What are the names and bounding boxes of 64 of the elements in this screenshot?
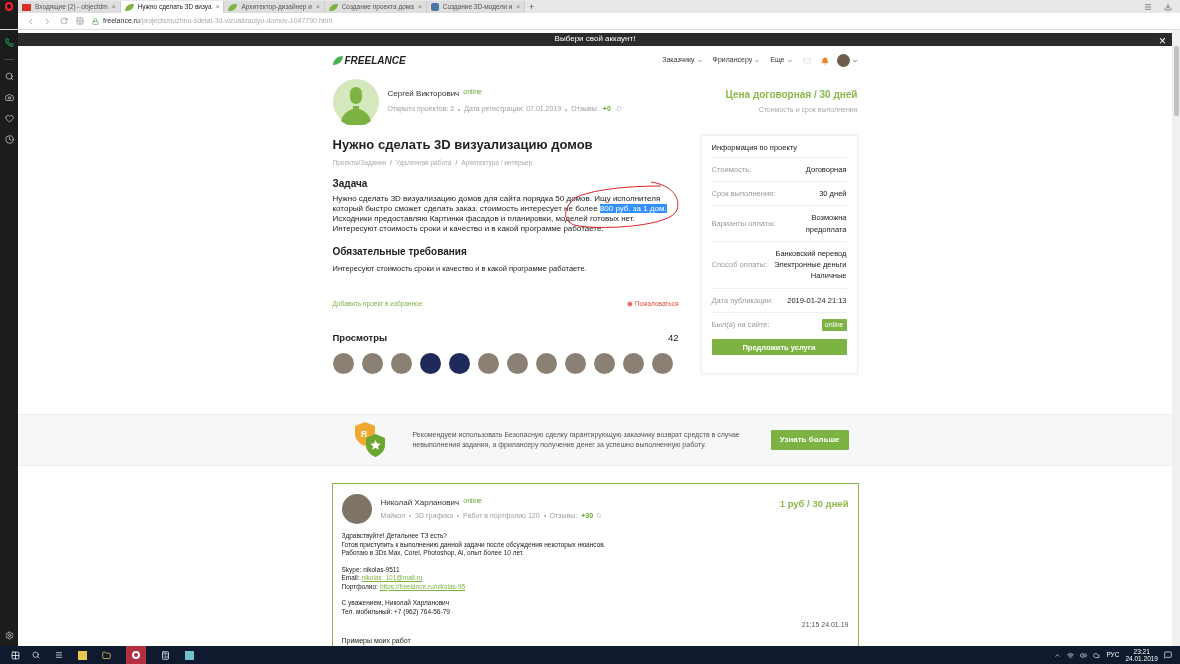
shield-letter: Я [360, 428, 367, 441]
mail-icon [22, 3, 31, 11]
network-icon[interactable] [1067, 651, 1075, 659]
taskbar-app-icon[interactable] [78, 650, 87, 660]
browser-taskbar-icon[interactable] [126, 646, 146, 664]
task-view-icon[interactable] [55, 651, 63, 659]
banner-text: Выбери свой аккаунт! [554, 33, 636, 46]
volume-icon[interactable] [1080, 651, 1088, 659]
client-name[interactable]: Сергей Викторович [387, 88, 460, 101]
client-avatar-silhouette [332, 78, 379, 125]
folder-icon[interactable] [102, 650, 111, 660]
views-count: 42 [667, 330, 679, 345]
project-price: Цена договорная / 30 дней [725, 88, 858, 103]
heart-icon[interactable] [4, 114, 14, 123]
caret-icon [754, 57, 761, 64]
viewer-avatar-logo[interactable] [419, 353, 441, 374]
leaf-icon [124, 3, 134, 11]
section-heading: Задача [332, 176, 369, 191]
caret-icon[interactable] [851, 57, 858, 64]
download-icon[interactable] [1164, 3, 1172, 11]
phone-icon[interactable] [4, 38, 14, 47]
settings-icon[interactable] [4, 631, 14, 640]
leaf-icon [228, 3, 238, 11]
close-button[interactable]: × [1159, 32, 1166, 50]
calculator-icon[interactable] [161, 650, 170, 660]
viewer-avatar-photo[interactable] [361, 353, 383, 374]
alert-icon [626, 300, 633, 307]
viewer-avatar-photo[interactable] [535, 353, 557, 374]
viewer-avatar-photo[interactable] [651, 353, 673, 374]
views-heading: Просмотры [332, 330, 388, 345]
section-heading: Обязательные требования [332, 244, 468, 259]
clock-icon[interactable] [4, 135, 14, 144]
viewer-avatar-logo[interactable] [448, 353, 470, 374]
site-logo[interactable]: FREELANCE [344, 53, 406, 68]
leaf-icon [328, 3, 338, 11]
viewer-avatar-photo[interactable] [477, 353, 499, 374]
viewer-avatar-photo[interactable] [564, 353, 586, 374]
caret-icon [786, 57, 793, 64]
notifications-icon[interactable] [1164, 651, 1172, 659]
new-tab-button[interactable]: + [525, 1, 539, 13]
viewer-avatar-photo[interactable] [506, 353, 528, 374]
camera-icon[interactable] [4, 93, 14, 102]
scrollbar[interactable] [1172, 30, 1180, 646]
cloud-icon[interactable] [1093, 651, 1101, 659]
search-icon[interactable] [32, 651, 40, 659]
search-icon[interactable] [4, 72, 14, 81]
lock-icon [92, 17, 99, 25]
viewer-avatar-photo[interactable] [332, 353, 354, 374]
caret-icon [696, 57, 703, 64]
windows-start-icon[interactable] [10, 650, 20, 660]
viewer-avatar-photo[interactable] [390, 353, 412, 374]
bid-price: 1 руб / 30 дней [779, 496, 849, 511]
square-logo-icon [430, 3, 439, 11]
project-title: Нужно сделать 3D визуализацию домов [332, 135, 594, 154]
viewer-avatar-photo[interactable] [622, 353, 644, 374]
star-shield-icon [365, 434, 385, 457]
viewer-avatar-photo[interactable] [593, 353, 615, 374]
logo-mark-icon [332, 56, 343, 65]
taskbar-app-icon[interactable] [185, 650, 194, 660]
user-avatar[interactable] [836, 54, 850, 67]
browser-logo-icon[interactable] [5, 2, 13, 11]
bell-icon[interactable] [820, 56, 829, 65]
freelancer-name[interactable]: Николай Харланович [380, 496, 460, 509]
freelancer-avatar[interactable] [341, 494, 372, 524]
